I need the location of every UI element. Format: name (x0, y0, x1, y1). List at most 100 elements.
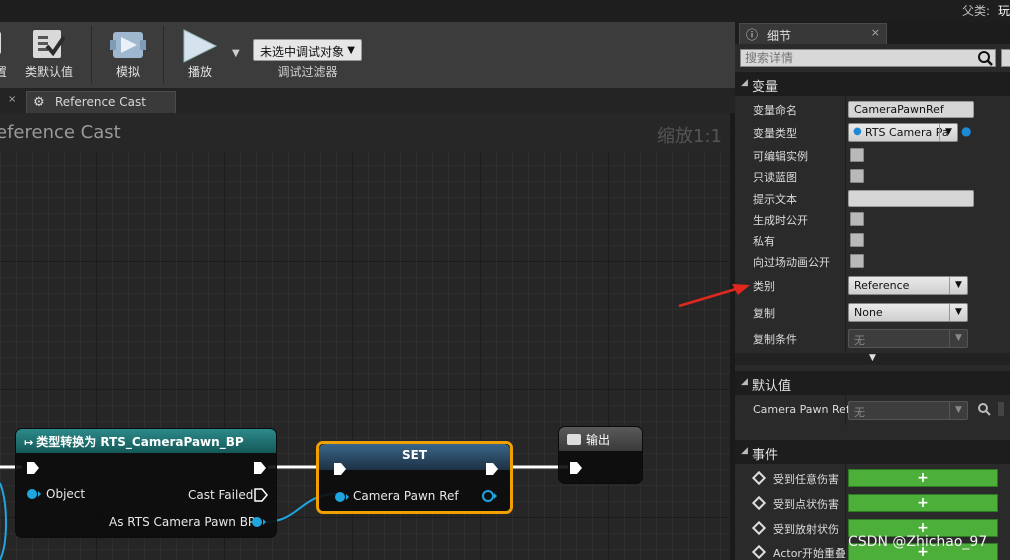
play-icon (180, 28, 220, 67)
row-default-value: Camera Pawn Ref 无 ▼ (735, 400, 1010, 421)
replication-value: None (854, 306, 883, 319)
expose-spawn-checkbox[interactable] (850, 212, 864, 226)
advanced-expand-icon[interactable]: ▼ (735, 353, 1010, 365)
container-type-icon[interactable]: ● (961, 124, 971, 138)
exec-in-pin[interactable] (26, 461, 40, 475)
event-icon (751, 520, 767, 536)
readonly-checkbox[interactable] (850, 169, 864, 183)
section-events[interactable]: ◢ 事件 (735, 440, 1010, 464)
close-icon[interactable]: × (871, 26, 880, 39)
row-expose-cinematics: 向过场动画公开 (735, 251, 1010, 272)
debug-filter-caption: 调试过滤器 (277, 65, 338, 79)
private-checkbox[interactable] (850, 233, 864, 247)
expose-cinematics-checkbox[interactable] (850, 254, 864, 268)
browse-icon[interactable] (976, 401, 992, 420)
simulate-label: 模拟 (115, 65, 140, 79)
section-events-title: 事件 (752, 448, 779, 463)
column-divider (845, 395, 846, 425)
chevron-down-icon: ▼ (949, 277, 967, 294)
pin-type-icon: ● (853, 126, 862, 137)
toolbar-settings-label: 置 (0, 65, 7, 79)
as-pin-label: As RTS Camera Pawn BP (109, 515, 256, 529)
chevron-down-icon: ▼ (949, 304, 967, 321)
toolbar-separator (91, 26, 92, 84)
class-defaults-button[interactable]: 类默认值 (22, 22, 76, 88)
set-exec-out-pin[interactable] (485, 462, 499, 476)
set-node-header: SET (319, 444, 510, 470)
details-tab-label: 细节 (767, 29, 792, 43)
editable-checkbox[interactable] (850, 148, 864, 162)
row-label: 提示文本 (753, 193, 797, 206)
parent-value[interactable]: 玩 (998, 4, 1010, 18)
toolbar: 置 类默认值 模拟 播放 ▼ 未选中调试对象 ▼ 调试过滤器 (0, 22, 735, 89)
debug-object-select[interactable]: 未选中调试对象 ▼ (253, 39, 362, 61)
row-label: Actor开始重叠 (773, 547, 846, 560)
play-options-chevron-icon[interactable]: ▼ (232, 48, 240, 59)
collapse-icon: ◢ (741, 78, 748, 88)
category-select[interactable]: Reference ▼ (848, 276, 968, 295)
collapse-icon: ◢ (741, 377, 748, 387)
toolbar-separator (163, 26, 164, 84)
info-icon: ⓘ (746, 28, 759, 42)
output-node-header: 输出 (559, 427, 642, 451)
set-exec-in-pin[interactable] (333, 462, 347, 476)
event-icon (751, 470, 767, 486)
output-exec-in-pin[interactable] (569, 461, 583, 475)
simulate-button[interactable]: 模拟 (100, 22, 156, 88)
row-label: 变量命名 (753, 104, 797, 117)
data-wire-object (0, 482, 7, 560)
play-button[interactable]: 播放 (172, 22, 228, 88)
add-event-button[interactable]: + (848, 469, 998, 487)
details-search-field[interactable] (741, 50, 995, 66)
row-label: 可编辑实例 (753, 150, 808, 163)
play-label: 播放 (187, 65, 212, 79)
section-variable-title: 变量 (752, 80, 779, 95)
details-search-input[interactable] (740, 49, 996, 67)
view-options-button[interactable] (1001, 49, 1010, 67)
set-value-pin[interactable] (334, 491, 350, 503)
cast-failed-label: Cast Failed (188, 488, 254, 502)
rep-condition-value: 无 (854, 334, 865, 347)
use-selected-icon[interactable] (998, 402, 1004, 416)
row-tooltip: 提示文本 (735, 188, 1010, 209)
row-label: 生成时公开 (753, 214, 808, 227)
set-output-pin[interactable] (482, 490, 498, 502)
toolbar-button-settings[interactable]: 置 (0, 22, 12, 88)
variable-type-select[interactable]: ● RTS Camera Pa ▼ (848, 123, 958, 142)
event-icon (751, 495, 767, 511)
object-pin[interactable] (26, 488, 42, 500)
section-variable[interactable]: ◢ 变量 (735, 72, 1010, 96)
replication-select[interactable]: None ▼ (848, 303, 968, 322)
blueprint-graph[interactable]: eference Cast 缩放1:1 ↦ 类型转换为 RTS_CameraPaw… (0, 113, 730, 560)
tooltip-input[interactable] (848, 190, 974, 207)
search-icon[interactable] (975, 49, 995, 67)
set-value-label: Camera Pawn Ref (353, 489, 459, 503)
chevron-down-icon: ▼ (949, 330, 967, 347)
cast-icon: ↦ (24, 436, 34, 449)
add-event-button[interactable]: + (848, 494, 998, 512)
details-panel: ⓘ 细节 × ◢ 变量 变量命名 CameraPawnRef 变量类型 ●RTS C… (735, 22, 1010, 560)
output-node[interactable]: 输出 (558, 426, 643, 484)
row-label: 私有 (753, 235, 775, 248)
settings-icon (0, 28, 9, 61)
row-readonly: 只读蓝图 (735, 166, 1010, 187)
row-replication: 复制 None ▼ (735, 302, 1010, 323)
as-pin[interactable] (251, 516, 267, 528)
tab-reference-cast[interactable]: ⚙ Reference Cast (26, 91, 176, 113)
cast-node-header: ↦ 类型转换为 RTS_CameraPawn_BP (16, 429, 276, 453)
row-label: 受到放射状伤 (773, 523, 839, 536)
set-node[interactable]: SET Camera Pawn Ref (316, 441, 513, 514)
tab-label: Reference Cast (55, 95, 146, 109)
tab-details[interactable]: ⓘ 细节 × (739, 23, 887, 44)
top-strip: 父类: 玩 (0, 0, 1010, 22)
row-label: 受到点状伤害 (773, 498, 839, 511)
row-label: 受到任意伤害 (773, 473, 839, 486)
section-defaults[interactable]: ◢ 默认值 (735, 371, 1010, 395)
cast-node[interactable]: ↦ 类型转换为 RTS_CameraPawn_BP Object Cast Fai… (15, 428, 277, 538)
annotation-arrow (678, 284, 750, 308)
exec-out-pin[interactable] (253, 461, 267, 475)
cast-failed-pin[interactable] (254, 488, 268, 502)
variable-name-input[interactable]: CameraPawnRef (848, 101, 974, 118)
row-variable-type: 变量类型 ● RTS Camera Pa ▼ ● (735, 122, 1010, 143)
close-tab-icon[interactable]: × (8, 94, 16, 105)
